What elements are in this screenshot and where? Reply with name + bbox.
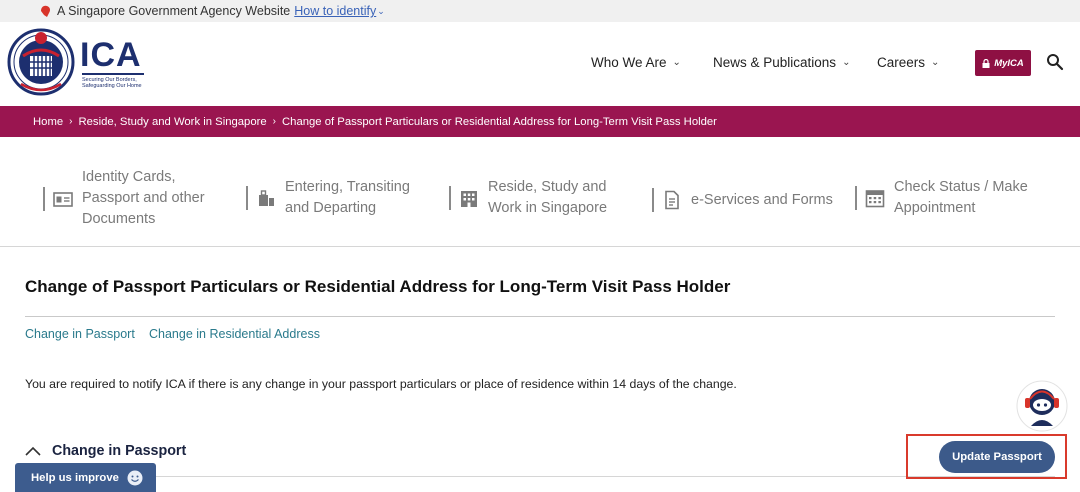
document-icon (665, 190, 679, 210)
section-title: Change in Passport (52, 443, 187, 459)
nav-who-we-are[interactable]: Who We Are ⌄ (591, 55, 681, 70)
category-divider (449, 186, 451, 210)
breadcrumb-home[interactable]: Home (33, 116, 63, 128)
breadcrumb-reside-study-work[interactable]: Reside, Study and Work in Singapore (78, 116, 266, 128)
luggage-icon (259, 190, 274, 206)
category-reside-study-work[interactable]: Reside, Study and Work in Singapore (449, 177, 607, 219)
update-passport-button[interactable]: Update Passport (939, 441, 1055, 473)
category-label-line: e-Services and Forms (691, 191, 833, 208)
logo-underline (82, 73, 144, 75)
category-label-line: Entering, Transiting (285, 179, 410, 195)
notice-text: You are required to notify ICA if there … (25, 377, 737, 391)
search-icon[interactable] (1046, 53, 1064, 71)
chevron-down-icon: ⌄ (842, 57, 851, 68)
nav-label: Careers (877, 55, 926, 70)
title-divider (25, 316, 1055, 317)
anchor-change-in-residential-address[interactable]: Change in Residential Address (149, 327, 320, 341)
category-divider (43, 186, 45, 211)
id-card-icon (53, 191, 73, 207)
category-eservices-forms[interactable]: e-Services and Forms (652, 188, 833, 212)
category-divider (855, 186, 857, 210)
category-nav: Identity Cards, Passport and other Docum… (0, 137, 1080, 247)
chatbot-avatar-icon[interactable] (1016, 380, 1068, 432)
breadcrumb-separator: › (69, 116, 73, 127)
myica-button[interactable]: MyICA (975, 50, 1031, 76)
myica-label: MyICA (994, 57, 1024, 69)
section-divider (25, 476, 1055, 477)
category-label-line: and Departing (285, 200, 377, 216)
nav-news-publications[interactable]: News & Publications ⌄ (713, 55, 850, 70)
nav-label: News & Publications (713, 55, 837, 70)
logo-tagline: Securing Our Borders, Safeguarding Our H… (82, 77, 142, 89)
category-label-line: Work in Singapore (488, 200, 608, 216)
anchor-change-in-passport[interactable]: Change in Passport (25, 327, 135, 341)
building-icon (461, 191, 477, 207)
lion-head-icon (41, 5, 51, 17)
chevron-down-icon[interactable]: ⌄ (377, 6, 385, 17)
nav-label: Who We Are (591, 55, 667, 70)
ica-logo-text[interactable]: ICA (80, 36, 142, 75)
category-label-line: Appointment (894, 200, 976, 216)
nav-careers[interactable]: Careers ⌄ (877, 55, 939, 70)
calendar-icon (865, 190, 885, 208)
category-check-status[interactable]: Check Status / Make Appointment (855, 177, 1028, 219)
category-entering-transiting[interactable]: Entering, Transiting and Departing (246, 177, 410, 219)
category-label-line: Reside, Study and (488, 179, 607, 195)
category-label-line: Documents (82, 211, 156, 227)
category-label-line: Identity Cards, (82, 169, 176, 185)
help-tab-label: Help us improve (31, 471, 119, 484)
gov-banner-text: A Singapore Government Agency Website (57, 4, 291, 18)
category-identity-cards[interactable]: Identity Cards, Passport and other Docum… (43, 167, 205, 230)
accordion-change-in-passport[interactable]: Change in Passport (25, 443, 186, 459)
ica-emblem-logo[interactable] (7, 26, 75, 98)
breadcrumb-current: Change of Passport Particulars or Reside… (282, 115, 717, 128)
page-title: Change of Passport Particulars or Reside… (25, 277, 731, 296)
smiley-icon (127, 470, 143, 485)
help-us-improve-tab[interactable]: Help us improve (15, 463, 156, 492)
lock-icon (982, 58, 990, 68)
breadcrumb-separator: › (272, 116, 277, 127)
site-header: ICA Securing Our Borders, Safeguarding O… (0, 22, 1080, 106)
category-divider (652, 188, 654, 212)
gov-banner: A Singapore Government Agency Website Ho… (0, 0, 1080, 22)
category-divider (246, 186, 248, 210)
chevron-down-icon: ⌄ (931, 57, 940, 68)
category-label-line: Check Status / Make (894, 179, 1028, 195)
how-to-identify-link[interactable]: How to identify (294, 4, 376, 18)
category-label-line: Passport and other (82, 190, 205, 206)
breadcrumb: Home › Reside, Study and Work in Singapo… (0, 106, 1080, 137)
chevron-up-icon (25, 446, 41, 456)
chevron-down-icon: ⌄ (672, 57, 681, 68)
